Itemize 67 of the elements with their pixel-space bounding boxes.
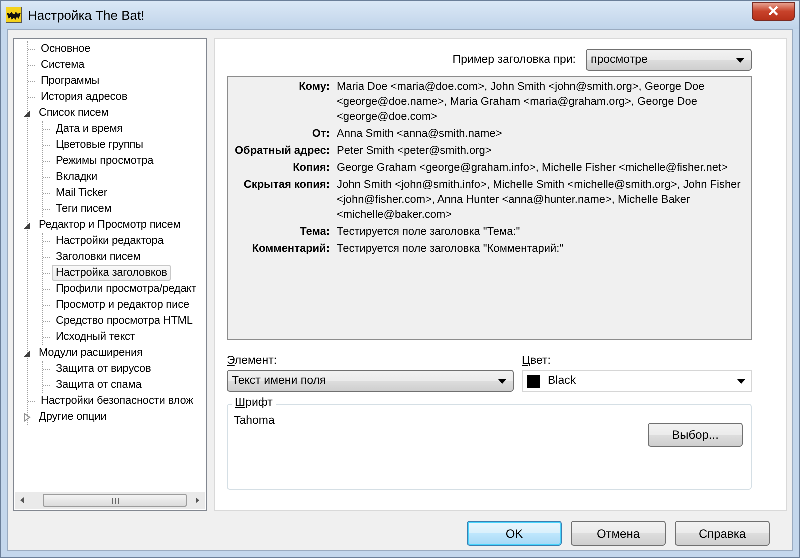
tree-item[interactable]: Настройка заголовков — [52, 265, 172, 281]
caret-icon — [737, 378, 746, 384]
header-field-name: Копия: — [292, 161, 330, 176]
header-field-value: Тестируется поле заголовка "Комментарий:" — [337, 242, 565, 257]
tree-item[interactable]: Настройки безопасности влож — [37, 393, 198, 409]
expanded-triangle-icon[interactable] — [23, 348, 32, 358]
tree-item[interactable]: Программы — [37, 73, 104, 89]
color-dropdown[interactable]: Black — [522, 370, 752, 392]
tree-item[interactable]: Дата и время — [52, 121, 128, 137]
header-field-name: Тема: — [299, 225, 330, 240]
tree-item[interactable]: Вкладки — [52, 169, 102, 185]
tree-item[interactable]: Mail Ticker — [52, 185, 112, 201]
tree-item[interactable]: Теги писем — [52, 201, 116, 217]
scroll-right-icon[interactable] — [193, 496, 202, 505]
header-field-value: Anna Smith <anna@smith.name> — [337, 127, 504, 142]
font-name: Tahoma — [234, 415, 275, 427]
tree-item[interactable]: Основное — [37, 41, 95, 57]
caret-icon — [736, 58, 745, 62]
header-field-name: От: — [311, 127, 330, 142]
header-field-name: Скрытая копия: — [242, 178, 330, 193]
collapsed-triangle-icon[interactable] — [23, 412, 32, 422]
color-swatch — [527, 374, 540, 388]
window-title: Настройка The Bat! — [28, 8, 146, 22]
grip-icon — [112, 498, 118, 504]
caret-icon — [498, 378, 507, 384]
header-field-value: John Smith <john@smith.info>, Michelle Smith <michelle@smith.org>, John Fisher <john@fisher.com>, Anna Hunter <anna@hunter.name>, Michelle Baker <michelle@baker.com> — [337, 178, 742, 223]
choose-font-button[interactable]: Выбор... — [648, 423, 743, 447]
tree-item[interactable]: Редактор и Просмотр писем — [35, 217, 185, 233]
tree-item[interactable]: История адресов — [37, 89, 132, 105]
header-field-name: Обратный адрес: — [234, 144, 330, 159]
element-label: Элемент: — [227, 355, 278, 367]
tree-item[interactable]: Настройки редактора — [52, 233, 168, 249]
color-label: Цвет: — [522, 355, 551, 367]
tree-item[interactable]: Заголовки писем — [52, 249, 145, 265]
tree-item[interactable]: Профили просмотра/редакт — [52, 281, 201, 297]
preview-mode-label: Пример заголовка при: — [452, 54, 576, 66]
dialog-button[interactable]: OK — [467, 521, 562, 546]
tree-item[interactable]: Цветовые группы — [52, 137, 148, 153]
bat-icon — [6, 7, 22, 23]
tree-item[interactable]: Защита от спама — [52, 377, 146, 393]
expanded-triangle-icon[interactable] — [23, 108, 32, 118]
header-field-value: Maria Doe <maria@doe.com>, John Smith <john@smith.org>, George Doe <george@doe.name>, Maria Graham <maria@graham.org>, George Doe <george@doe.com> — [337, 80, 706, 125]
tree-item[interactable]: Другие опции — [35, 409, 111, 425]
tree-item[interactable]: Система — [37, 57, 89, 73]
header-field-value: Тестируется поле заголовка "Тема:" — [337, 225, 522, 240]
preview-mode-dropdown[interactable]: просмотре — [586, 49, 752, 71]
tree-item[interactable]: Модули расширения — [35, 345, 147, 361]
header-field-name: Кому: — [298, 80, 330, 95]
close-button[interactable] — [752, 2, 795, 20]
dialog-button[interactable]: Справка — [675, 521, 770, 546]
scroll-left-icon[interactable] — [18, 496, 27, 505]
horizontal-scrollbar[interactable] — [15, 492, 205, 509]
tree-item[interactable]: Режимы просмотра — [52, 153, 158, 169]
expanded-triangle-icon[interactable] — [23, 220, 32, 230]
tree-item[interactable]: Список писем — [35, 105, 113, 121]
element-dropdown[interactable]: Текст имени поля — [227, 370, 514, 392]
tree-item[interactable]: Исходный текст — [52, 329, 140, 345]
header-field-value: Peter Smith <peter@smith.org> — [337, 144, 493, 159]
header-field-name: Комментарий: — [251, 242, 330, 257]
font-group-label: Шрифт — [232, 397, 276, 409]
dialog-button[interactable]: Отмена — [571, 521, 666, 546]
header-field-value: George Graham <george@graham.info>, Michelle Fisher <michelle@fisher.net> — [337, 161, 730, 176]
tree-item[interactable]: Просмотр и редактор писе — [52, 297, 194, 313]
scroll-thumb[interactable] — [43, 494, 187, 507]
tree-item[interactable]: Средство просмотра HTML — [52, 313, 197, 329]
tree-item[interactable]: Защита от вирусов — [52, 361, 156, 377]
close-icon — [768, 6, 779, 16]
